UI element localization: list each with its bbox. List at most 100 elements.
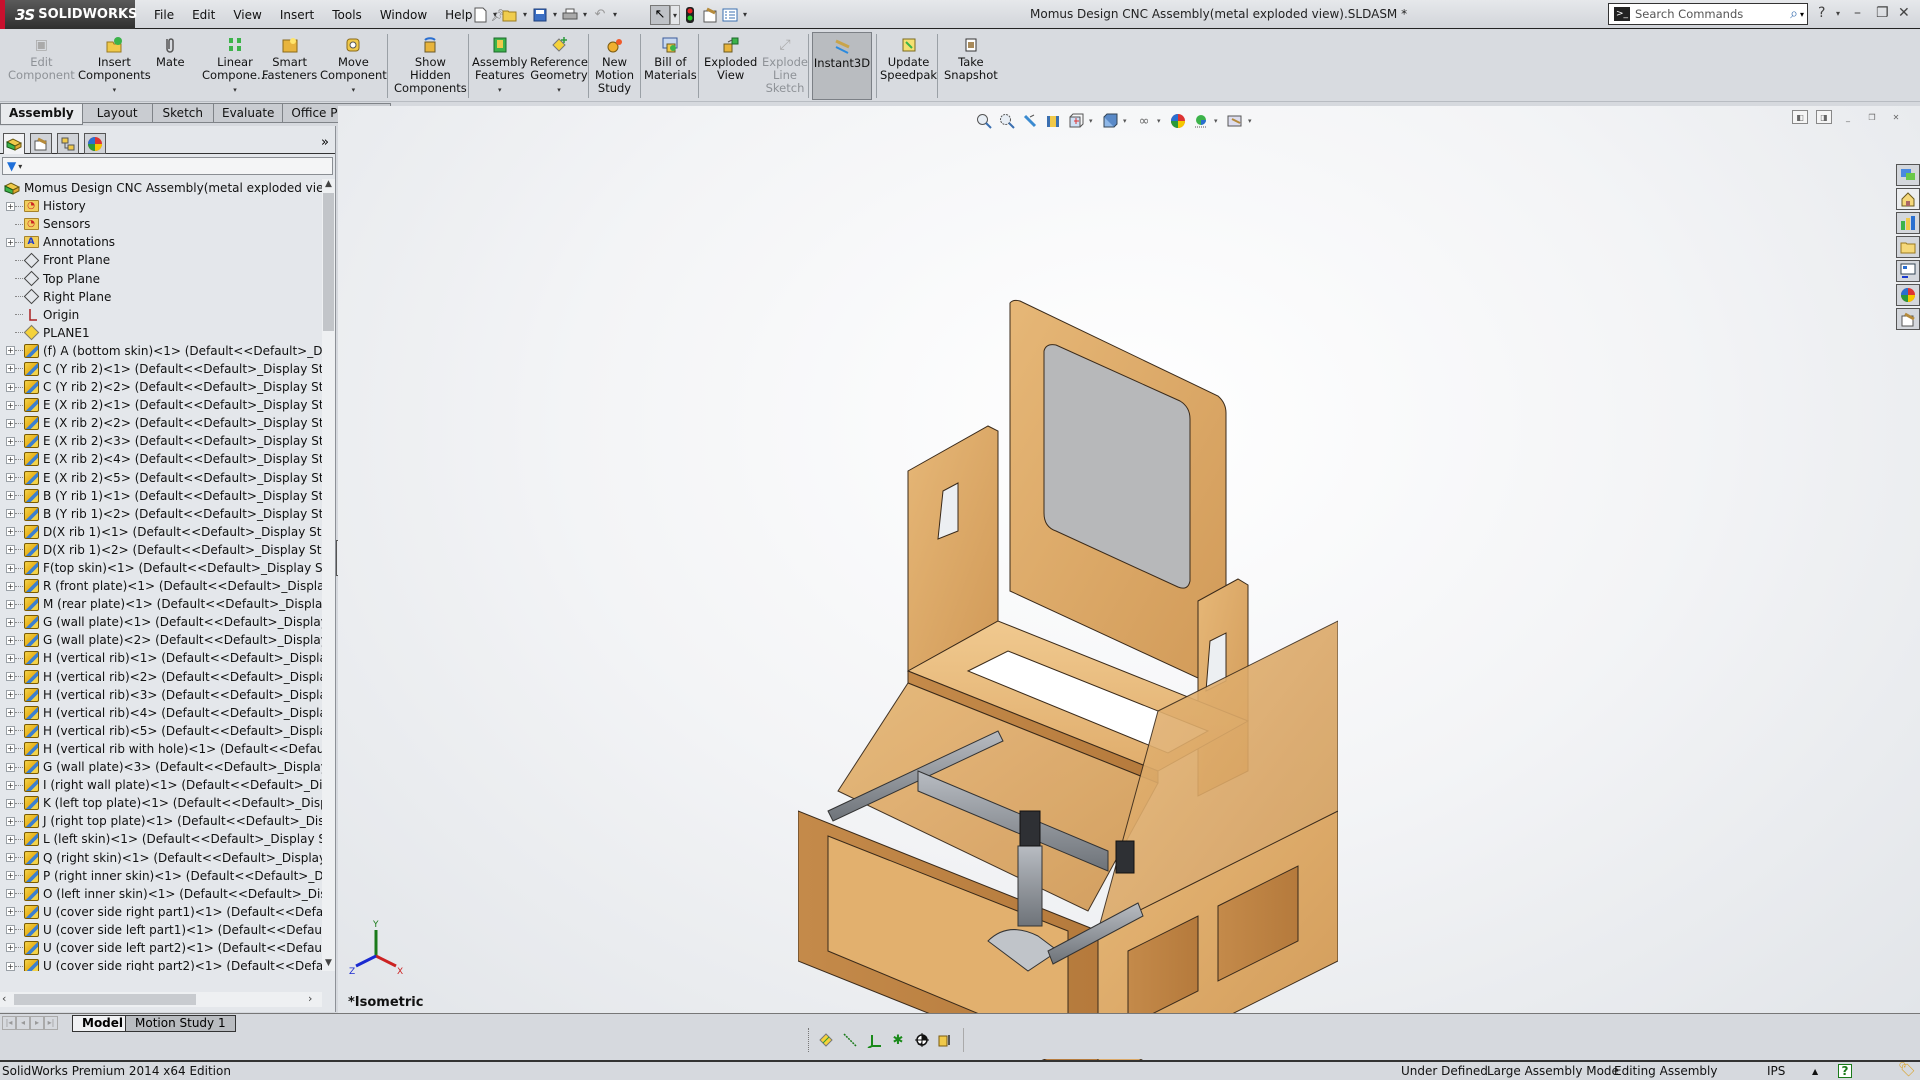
tree-item-annotations[interactable]: + A Annotations — [0, 233, 322, 251]
scroll-right-arrow-icon[interactable]: › — [308, 992, 312, 1005]
tree-component-row[interactable]: + H (vertical rib)<2> (Default<<Default>_… — [0, 668, 322, 686]
help-dropdown[interactable]: ▾ — [1836, 9, 1840, 18]
file-properties-icon[interactable] — [700, 5, 720, 25]
search-icon[interactable]: ⌕ — [1790, 6, 1798, 22]
update-speedpak-button[interactable]: Update Speedpak — [880, 36, 937, 82]
tree-component-row[interactable]: + H (vertical rib)<3> (Default<<Default>_… — [0, 686, 322, 704]
expand-plus-icon[interactable]: + — [6, 672, 15, 682]
viewport-minimize-icon[interactable]: _ — [1840, 110, 1856, 124]
search-commands-field[interactable]: >_ Search Commands ⌕ ▾ — [1608, 3, 1808, 25]
viewport-close-icon[interactable]: ✕ — [1888, 110, 1904, 124]
instant3d-button[interactable]: Instant3D — [812, 32, 872, 100]
tree-component-row[interactable]: + U (cover side left part1)<1> (Default<<… — [0, 921, 322, 939]
view-settings-icon[interactable] — [1225, 111, 1245, 131]
take-snapshot-button[interactable]: Take Snapshot — [944, 36, 998, 82]
expand-plus-icon[interactable]: + — [6, 925, 15, 935]
expand-plus-icon[interactable]: + — [6, 617, 15, 627]
tree-component-row[interactable]: + U (cover side left part2)<1> (Default<<… — [0, 939, 322, 957]
insert-components-dropdown[interactable]: ▾ — [113, 84, 117, 97]
appearances-scenes-icon[interactable] — [1896, 284, 1920, 306]
expand-plus-icon[interactable]: + — [6, 744, 15, 754]
tags-icon[interactable]: 🏷︎ — [1898, 1062, 1916, 1078]
home-icon[interactable] — [1896, 188, 1920, 210]
apply-scene-icon[interactable] — [1191, 111, 1211, 131]
axis-icon[interactable] — [841, 1031, 859, 1049]
options-dropdown[interactable]: ▾ — [740, 10, 750, 19]
expand-plus-icon[interactable]: + — [6, 364, 15, 374]
tree-component-row[interactable]: + H (vertical rib)<1> (Default<<Default>_… — [0, 649, 322, 667]
expand-plus-icon[interactable]: + — [6, 599, 15, 609]
display-style-icon[interactable] — [1100, 111, 1120, 131]
tree-component-row[interactable]: + P (right inner skin)<1> (Default<<Defau… — [0, 867, 322, 885]
tree-root-assembly[interactable]: Momus Design CNC Assembly(metal exploded… — [0, 179, 322, 197]
tree-component-row[interactable]: + E (X rib 2)<4> (Default<<Default>_Displ… — [0, 450, 322, 468]
center-of-mass-icon[interactable] — [913, 1031, 931, 1049]
expand-plus-icon[interactable]: + — [6, 762, 15, 772]
tree-item-front-plane[interactable]: Front Plane — [0, 251, 322, 269]
expand-plus-icon[interactable]: + — [6, 635, 15, 645]
split-right-icon[interactable]: ◨ — [1816, 110, 1832, 124]
expand-plus-icon[interactable]: + — [6, 509, 15, 519]
undo-icon[interactable]: ↶ — [590, 5, 610, 25]
expand-plus-icon[interactable]: + — [6, 653, 15, 663]
explode-line-sketch-button[interactable]: ⤢ Explode Line Sketch — [762, 36, 808, 95]
print-dropdown[interactable]: ▾ — [580, 10, 590, 19]
edit-appearance-icon[interactable] — [1168, 111, 1188, 131]
reference-geometry-button[interactable]: Reference Geometry ▾ — [530, 36, 588, 97]
filter-dropdown[interactable]: ▾ — [18, 162, 22, 171]
tree-item-top-plane[interactable]: Top Plane — [0, 269, 322, 287]
linear-pattern-dropdown[interactable]: ▾ — [233, 84, 237, 97]
expand-plus-icon[interactable]: + — [6, 708, 15, 718]
scroll-up-arrow-icon[interactable]: ▲ — [322, 179, 335, 192]
move-component-dropdown[interactable]: ▾ — [352, 84, 356, 97]
hide-show-items-icon[interactable]: ∞ — [1134, 111, 1154, 131]
tree-filter-bar[interactable]: ▼ ▾ — [2, 157, 333, 175]
first-tab-icon[interactable]: |◂ — [2, 1016, 16, 1030]
move-component-button[interactable]: Move Component ▾ — [320, 36, 387, 97]
view-palette-icon[interactable] — [1896, 260, 1920, 282]
save-icon[interactable] — [530, 5, 550, 25]
expand-panel-chevron-icon[interactable]: » — [321, 135, 329, 150]
expand-plus-icon[interactable]: + — [6, 889, 15, 899]
plane-icon[interactable] — [817, 1031, 835, 1049]
units-selector[interactable]: IPS — [1767, 1064, 1785, 1078]
expand-plus-icon[interactable]: + — [6, 780, 15, 790]
apply-scene-dropdown[interactable]: ▾ — [1214, 117, 1222, 125]
coordinate-system-icon[interactable] — [865, 1031, 883, 1049]
expand-plus-icon[interactable]: + — [6, 527, 15, 537]
next-tab-icon[interactable]: ▸ — [30, 1016, 44, 1030]
tree-component-row[interactable]: + G (wall plate)<3> (Default<<Default>_Di… — [0, 758, 322, 776]
quick-tips-help-icon[interactable]: ? — [1838, 1064, 1852, 1078]
mate-reference-icon[interactable] — [937, 1031, 955, 1049]
scroll-left-arrow-icon[interactable]: ‹ — [2, 992, 6, 1005]
prev-tab-icon[interactable]: ◂ — [16, 1016, 30, 1030]
tree-component-row[interactable]: + G (wall plate)<2> (Default<<Default>_Di… — [0, 631, 322, 649]
tree-component-row[interactable]: + U (cover side right part2)<1> (Default<… — [0, 957, 322, 971]
tree-component-row[interactable]: + E (X rib 2)<5> (Default<<Default>_Displ… — [0, 469, 322, 487]
tab-sketch[interactable]: Sketch — [152, 103, 214, 123]
expand-plus-icon[interactable]: + — [6, 690, 15, 700]
expand-plus-icon[interactable]: + — [6, 545, 15, 555]
expand-plus-icon[interactable]: + — [6, 907, 15, 917]
rebuild-traffic-light-icon[interactable] — [680, 5, 700, 25]
tab-evaluate[interactable]: Evaluate — [213, 103, 284, 123]
menu-view[interactable]: View — [224, 8, 270, 22]
expand-plus-icon[interactable]: + — [6, 871, 15, 881]
split-left-icon[interactable]: ◧ — [1792, 110, 1808, 124]
previous-view-icon[interactable] — [1020, 111, 1040, 131]
search-dropdown[interactable]: ▾ — [1800, 10, 1804, 19]
zoom-to-area-icon[interactable] — [997, 111, 1017, 131]
view-orientation-dropdown[interactable]: ▾ — [1089, 117, 1097, 125]
tree-item-right-plane[interactable]: Right Plane — [0, 288, 322, 306]
tab-model[interactable]: Model — [72, 1015, 134, 1032]
menu-edit[interactable]: Edit — [183, 8, 224, 22]
tree-component-row[interactable]: + E (X rib 2)<2> (Default<<Default>_Displ… — [0, 414, 322, 432]
display-manager-tab[interactable] — [84, 133, 106, 154]
view-settings-dropdown[interactable]: ▾ — [1248, 117, 1256, 125]
minimize-window-button[interactable]: – — [1854, 5, 1861, 21]
section-view-icon[interactable] — [1043, 111, 1063, 131]
menu-window[interactable]: Window — [371, 8, 436, 22]
tree-component-row[interactable]: + G (wall plate)<1> (Default<<Default>_Di… — [0, 613, 322, 631]
viewport-restore-icon[interactable]: ❐ — [1864, 110, 1880, 124]
tree-vertical-scrollbar[interactable]: ▲ ▼ — [322, 179, 335, 971]
